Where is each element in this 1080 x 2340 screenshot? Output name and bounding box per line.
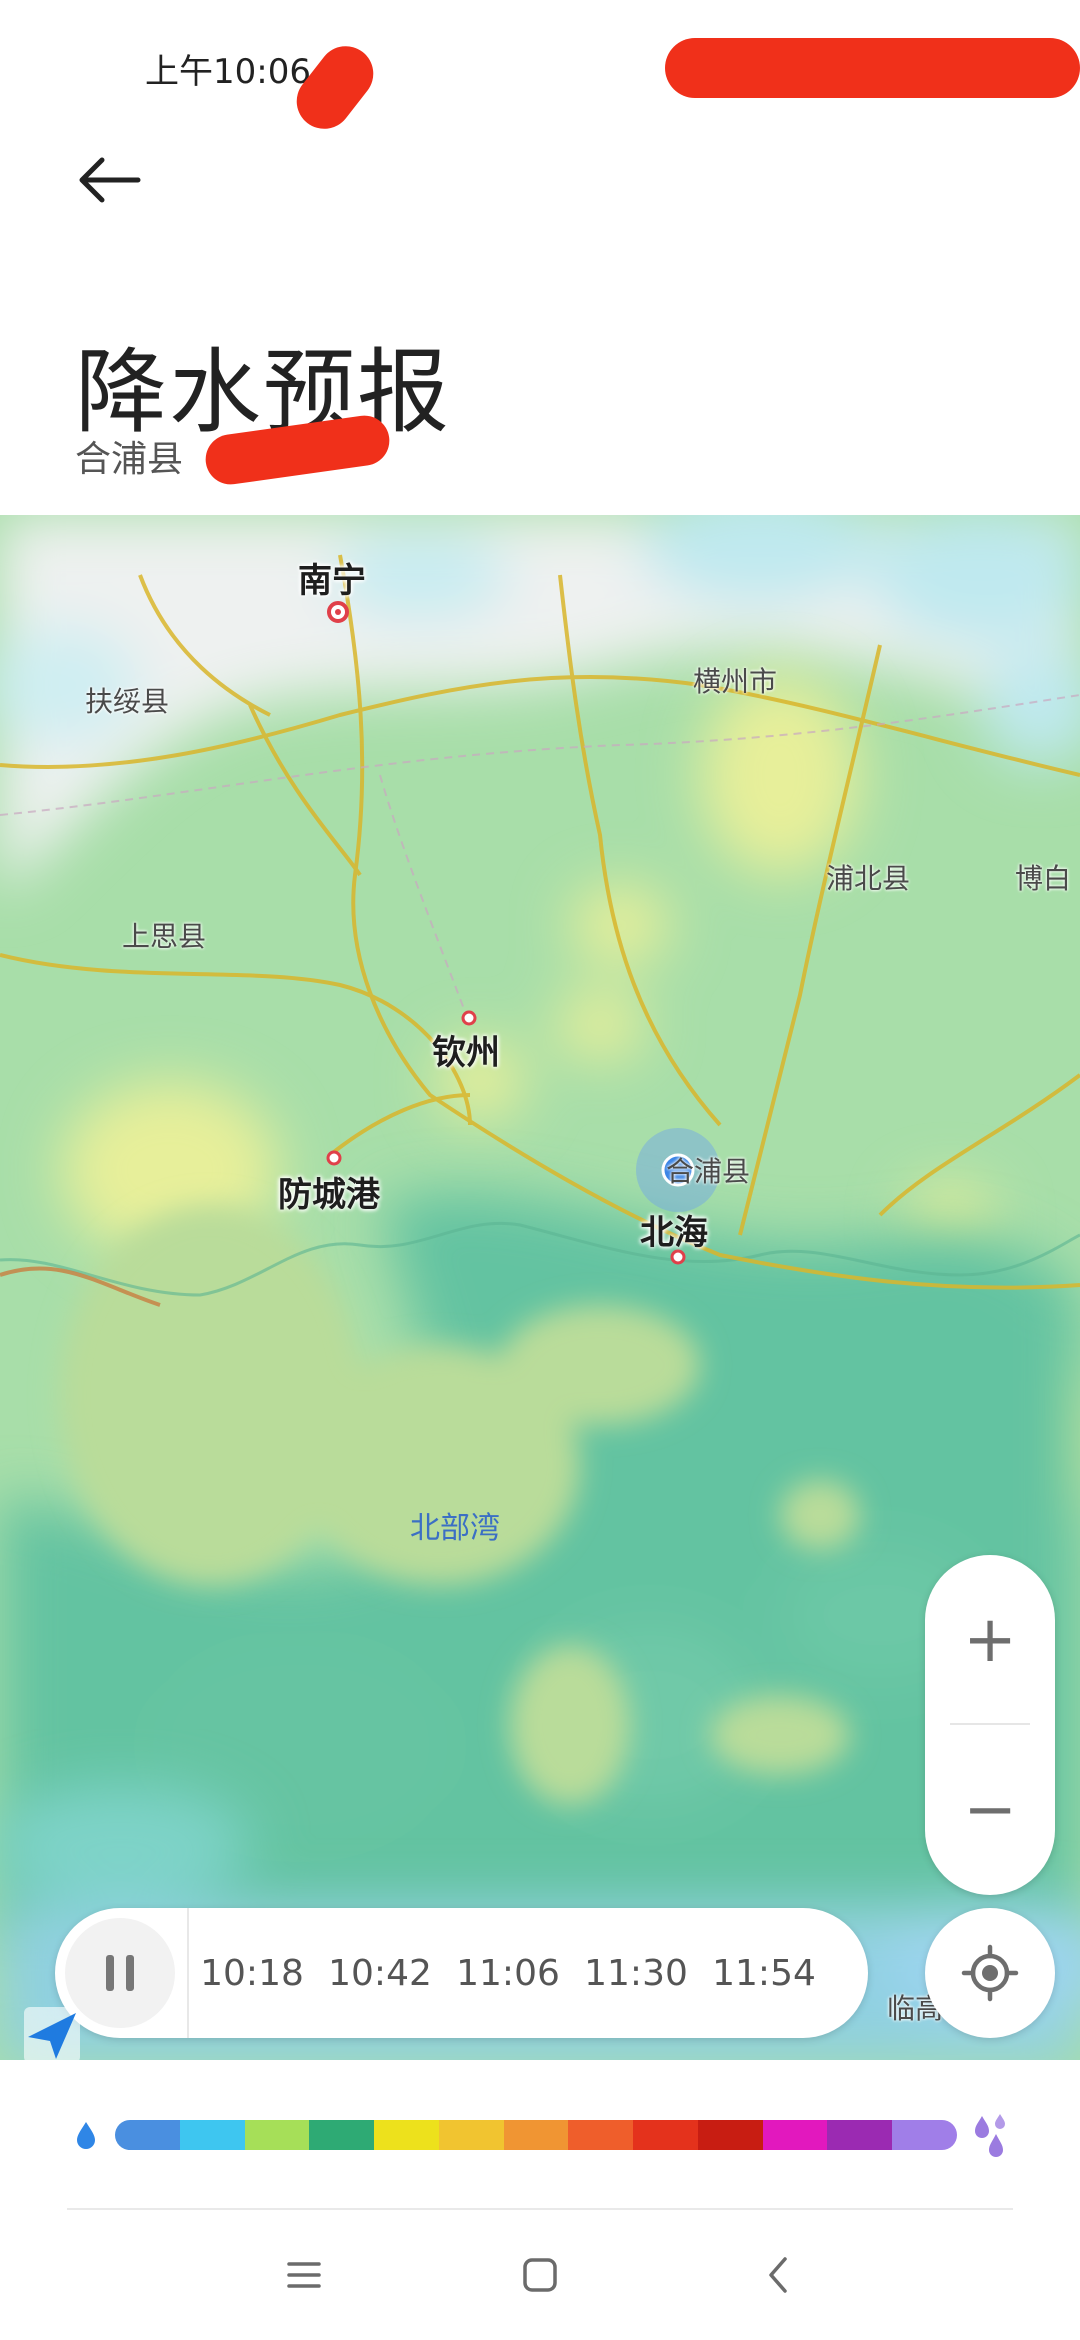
locate-button[interactable]	[925, 1908, 1055, 2038]
zoom-out-button[interactable]: −	[925, 1735, 1055, 1885]
legend-swatch	[892, 2120, 957, 2150]
legend-swatch	[438, 2120, 504, 2150]
legend-swatch	[179, 2120, 245, 2150]
map-label-nanning: 南宁	[298, 561, 366, 601]
legend-swatch	[115, 2120, 180, 2150]
location-subtitle: 合浦县	[75, 439, 184, 480]
timeline-control: 10:18 10:42 11:06 11:30 11:54	[55, 1908, 868, 2038]
map-label-hepu: 合浦县	[666, 1155, 751, 1188]
time-slot[interactable]: 10:18	[188, 1908, 316, 2038]
time-slot[interactable]: 11:30	[572, 1908, 700, 2038]
map-label-pubei: 浦北县	[826, 862, 911, 895]
legend-swatch	[374, 2120, 439, 2150]
back-button[interactable]	[70, 140, 150, 220]
zoom-divider	[950, 1723, 1030, 1725]
time-slot[interactable]: 11:06	[444, 1908, 572, 2038]
map-label-beihai: 北海	[640, 1213, 708, 1253]
nav-back-button[interactable]	[748, 2245, 808, 2305]
legend-swatch	[633, 2120, 698, 2150]
precipitation-map[interactable]: 南宁 钦州 防城港 北海 扶绥县 横州市 浦北县 博白 上思县 合浦县 临高 北…	[0, 515, 1080, 2060]
back-chevron-icon	[769, 2257, 787, 2293]
legend-swatch	[568, 2120, 634, 2150]
status-time: 上午10:06	[145, 52, 311, 92]
precipitation-legend	[75, 2112, 1075, 2162]
map-label-hengzhou: 横州市	[693, 665, 778, 698]
legend-color-scale	[115, 2120, 957, 2150]
map-canvas	[0, 515, 1080, 2060]
zoom-in-button[interactable]: +	[925, 1565, 1055, 1715]
send-arrow-icon	[24, 2007, 80, 2063]
bottom-divider	[67, 2208, 1013, 2210]
legend-swatch	[503, 2120, 569, 2150]
redaction-mark	[665, 38, 1080, 98]
nav-home-button[interactable]	[510, 2245, 570, 2305]
legend-swatch	[762, 2120, 828, 2150]
raindrop-small-icon	[77, 2122, 95, 2149]
map-label-fangchenggang: 防城港	[278, 1175, 380, 1215]
back-arrow-icon	[79, 157, 141, 203]
legend-swatch	[244, 2120, 310, 2150]
map-label-fusui: 扶绥县	[85, 685, 170, 718]
raindrop-heavy-icon	[975, 2114, 1005, 2157]
nav-menu-button[interactable]	[274, 2245, 334, 2305]
map-provider-logo	[22, 2005, 82, 2065]
legend-swatch	[827, 2120, 893, 2150]
map-label-beibu-gulf: 北部湾	[410, 1511, 500, 1546]
locate-icon	[961, 1944, 1019, 2002]
legend-swatch	[697, 2120, 763, 2150]
time-slot[interactable]: 10:42	[316, 1908, 444, 2038]
legend-swatch	[309, 2120, 375, 2150]
zoom-control: + −	[925, 1555, 1055, 1895]
menu-icon	[287, 2262, 321, 2288]
pause-icon	[106, 1955, 134, 1991]
map-label-shangsi: 上思县	[122, 920, 207, 953]
map-label-bobai: 博白	[1015, 862, 1072, 895]
time-slot[interactable]: 11:54	[700, 1908, 828, 2038]
home-square-icon	[523, 2258, 557, 2292]
map-label-qinzhou: 钦州	[432, 1033, 500, 1073]
